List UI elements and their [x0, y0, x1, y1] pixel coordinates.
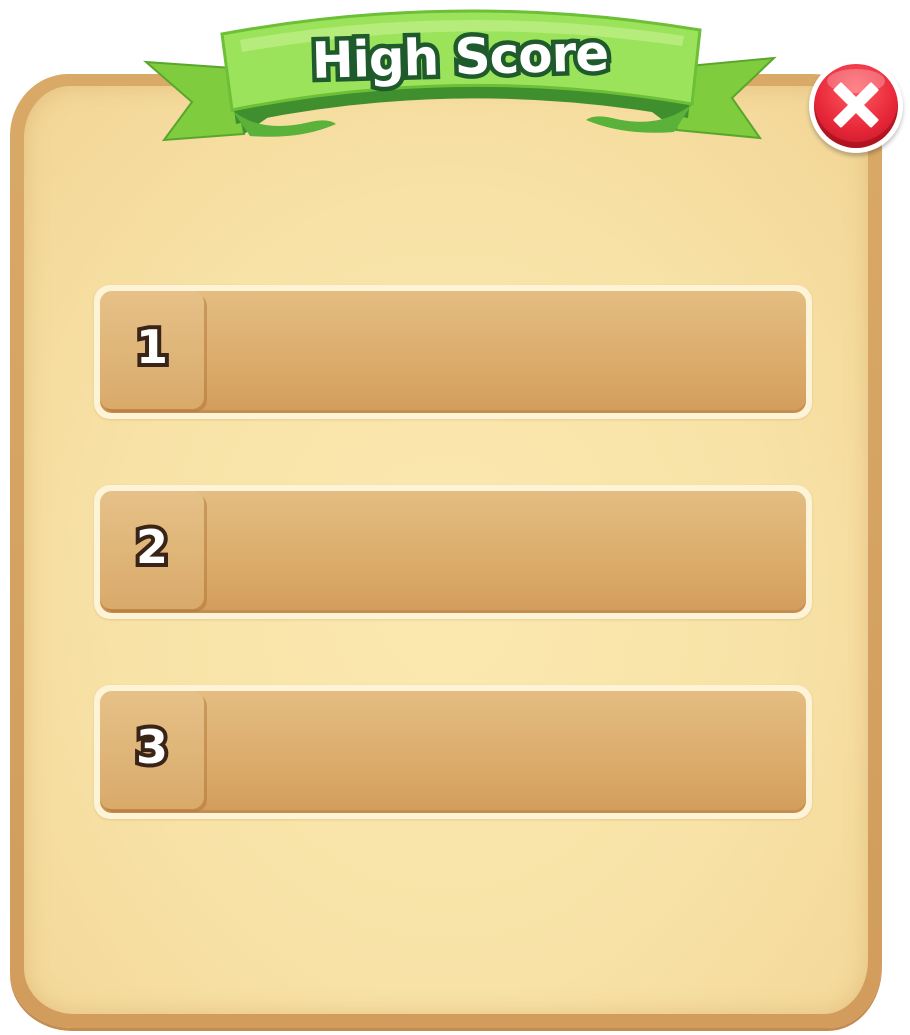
score-value	[234, 691, 782, 803]
rank-number: 1	[132, 316, 172, 378]
score-row-2: 2	[94, 485, 812, 619]
score-row-1: 1	[94, 285, 812, 419]
close-button[interactable]	[809, 59, 903, 153]
score-row-3: 3	[94, 685, 812, 819]
rank-number: 3	[132, 716, 172, 778]
score-value	[234, 491, 782, 603]
close-x-icon	[833, 82, 879, 128]
rank-number: 2	[132, 516, 172, 578]
title-ribbon: High Score	[140, 6, 780, 166]
high-score-screen: High Score 1 2 3	[0, 0, 910, 1035]
score-value	[234, 291, 782, 403]
